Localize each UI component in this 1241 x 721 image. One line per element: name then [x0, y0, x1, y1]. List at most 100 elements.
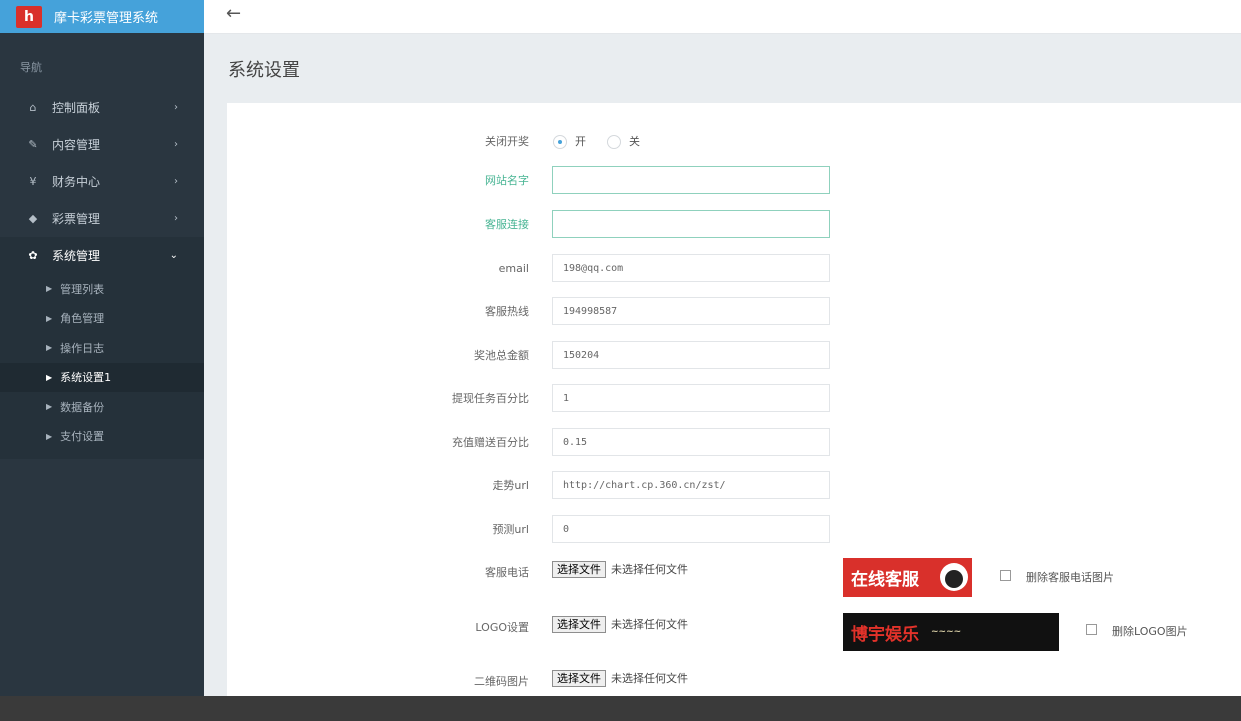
site-name-label: 网站名字	[485, 174, 529, 187]
radio-on[interactable]	[553, 135, 567, 149]
chevron-right-icon: ›	[174, 176, 178, 187]
row-hotline: 客服热线 194998587	[227, 297, 1241, 327]
row-lottery-switch: 关闭开奖 开 关	[227, 127, 1241, 157]
hotline-input[interactable]: 194998587	[552, 297, 830, 325]
sidebar-item-content[interactable]: ✎ 内容管理 ›	[0, 126, 204, 163]
recharge-pct-input[interactable]: 0.15	[552, 428, 830, 456]
sidebar-item-dashboard[interactable]: ⌂ 控制面板 ›	[0, 89, 204, 126]
nav-caption: 导航	[20, 61, 42, 74]
row-site-name: 网站名字	[227, 166, 1241, 196]
hotline-label: 客服热线	[485, 305, 529, 318]
settings-form: 关闭开奖 开 关 网站名字 客服连接 email 198@qq.com 客服热线…	[227, 103, 1241, 696]
recharge-pct-label: 充值赠送百分比	[452, 436, 529, 449]
row-email: email 198@qq.com	[227, 254, 1241, 284]
avatar-icon	[940, 563, 968, 591]
logo-file-button[interactable]: 选择文件	[552, 616, 606, 633]
caret-right-icon: ▶	[46, 372, 53, 382]
sidebar-item-label: 控制面板	[52, 101, 101, 115]
site-name-input[interactable]	[552, 166, 830, 194]
caret-right-icon: ▶	[46, 402, 53, 412]
radio-on-label: 开	[575, 135, 586, 148]
caret-right-icon: ▶	[46, 431, 53, 441]
ticket-icon: ◆	[28, 212, 38, 225]
logo-label: LOGO设置	[475, 621, 529, 634]
radio-off[interactable]	[607, 135, 621, 149]
row-trend-url: 走势url http://chart.cp.360.cn/zst/	[227, 471, 1241, 501]
sidebar-subitem-admin-list[interactable]: ▶ 管理列表	[0, 274, 204, 304]
delete-logo-label: 删除LOGO图片	[1112, 625, 1188, 638]
back-arrow-icon[interactable]: ←	[226, 3, 241, 24]
predict-url-input[interactable]: 0	[552, 515, 830, 543]
sidebar-subitem-label: 系统设置1	[60, 371, 112, 385]
edit-icon: ✎	[28, 138, 38, 151]
page-title: 系统设置	[228, 60, 300, 81]
service-link-label: 客服连接	[485, 218, 529, 231]
top-bar: ←	[204, 0, 1241, 34]
logo-file-status: 未选择任何文件	[611, 618, 688, 631]
sidebar-subitem-label: 数据备份	[60, 400, 105, 414]
pool-total-label: 奖池总金额	[474, 349, 529, 362]
sidebar-item-label: 内容管理	[52, 138, 101, 152]
lottery-switch-label: 关闭开奖	[485, 135, 529, 148]
row-pool-total: 奖池总金额 150204	[227, 341, 1241, 371]
row-withdraw-pct: 提现任务百分比 1	[227, 384, 1241, 414]
home-icon: ⌂	[29, 101, 37, 114]
sidebar-subitem-roles[interactable]: ▶ 角色管理	[0, 304, 204, 334]
app-title: 摩卡彩票管理系统	[54, 11, 159, 26]
app-logo: h	[16, 5, 42, 28]
sidebar-item-finance[interactable]: ¥ 财务中心 ›	[0, 163, 204, 200]
row-predict-url: 预测url 0	[227, 515, 1241, 545]
trend-url-label: 走势url	[492, 479, 529, 492]
logo-image-text: 博宇娱乐	[851, 624, 919, 645]
chevron-right-icon: ›	[174, 102, 178, 113]
service-phone-label: 客服电话	[485, 566, 529, 579]
sidebar-subitem-payment[interactable]: ▶ 支付设置	[0, 422, 204, 452]
service-phone-file-status: 未选择任何文件	[611, 563, 688, 576]
sidebar: h 摩卡彩票管理系统 导航 ⌂ 控制面板 › ✎ 内容管理 › ¥ 财务中心 ›…	[0, 0, 204, 696]
brand-bar: h 摩卡彩票管理系统	[0, 0, 204, 33]
sidebar-subitem-label: 支付设置	[60, 430, 105, 444]
withdraw-pct-input[interactable]: 1	[552, 384, 830, 412]
service-link-input[interactable]	[552, 210, 830, 238]
caret-right-icon: ▶	[46, 284, 53, 294]
qrcode-label: 二维码图片	[474, 675, 529, 688]
service-phone-file-button[interactable]: 选择文件	[552, 561, 606, 578]
radio-off-label: 关	[629, 135, 640, 148]
withdraw-pct-label: 提现任务百分比	[452, 392, 529, 405]
service-phone-image: 在线客服	[843, 558, 972, 597]
chevron-down-icon: ⌄	[169, 250, 178, 261]
delete-service-phone-checkbox[interactable]	[1000, 570, 1011, 581]
sidebar-item-label: 财务中心	[52, 175, 101, 189]
sidebar-subitem-label: 操作日志	[60, 341, 105, 355]
email-label: email	[498, 262, 529, 275]
sidebar-subitem-settings[interactable]: ▶ 系统设置1	[0, 362, 204, 392]
row-service-link: 客服连接	[227, 210, 1241, 240]
gear-icon: ✿	[28, 249, 38, 262]
sidebar-item-label: 系统管理	[52, 249, 101, 263]
chevron-right-icon: ›	[174, 213, 178, 224]
sidebar-subitem-backup[interactable]: ▶ 数据备份	[0, 392, 204, 422]
sidebar-submenu: ▶ 管理列表 ▶ 角色管理 ▶ 操作日志 ▶ 系统设置1 ▶ 数据备份 ▶ 支付…	[0, 274, 204, 459]
pool-total-input[interactable]: 150204	[552, 341, 830, 369]
sidebar-subitem-logs[interactable]: ▶ 操作日志	[0, 333, 204, 363]
predict-url-label: 预测url	[492, 523, 529, 536]
sidebar-subitem-label: 管理列表	[60, 282, 105, 296]
qrcode-file-button[interactable]: 选择文件	[552, 670, 606, 687]
chevron-right-icon: ›	[174, 139, 178, 150]
logo-image-tagline-icon: ~~~~	[931, 627, 962, 637]
delete-logo-checkbox[interactable]	[1086, 624, 1097, 635]
caret-right-icon: ▶	[46, 343, 53, 353]
qrcode-file-status: 未选择任何文件	[611, 672, 688, 685]
email-input[interactable]: 198@qq.com	[552, 254, 830, 282]
service-phone-image-text: 在线客服	[851, 570, 919, 590]
row-qrcode: 二维码图片 选择文件 未选择任何文件	[227, 667, 1241, 697]
caret-right-icon: ▶	[46, 313, 53, 323]
row-recharge-pct: 充值赠送百分比 0.15	[227, 428, 1241, 458]
sidebar-item-lottery[interactable]: ◆ 彩票管理 ›	[0, 200, 204, 237]
sidebar-subitem-label: 角色管理	[60, 312, 105, 326]
bottom-overlay-strip	[0, 696, 1241, 721]
delete-service-phone-label: 删除客服电话图片	[1026, 571, 1114, 584]
sidebar-item-system[interactable]: ✿ 系统管理 ⌄	[0, 237, 204, 274]
trend-url-input[interactable]: http://chart.cp.360.cn/zst/	[552, 471, 830, 499]
sidebar-item-label: 彩票管理	[52, 212, 101, 226]
